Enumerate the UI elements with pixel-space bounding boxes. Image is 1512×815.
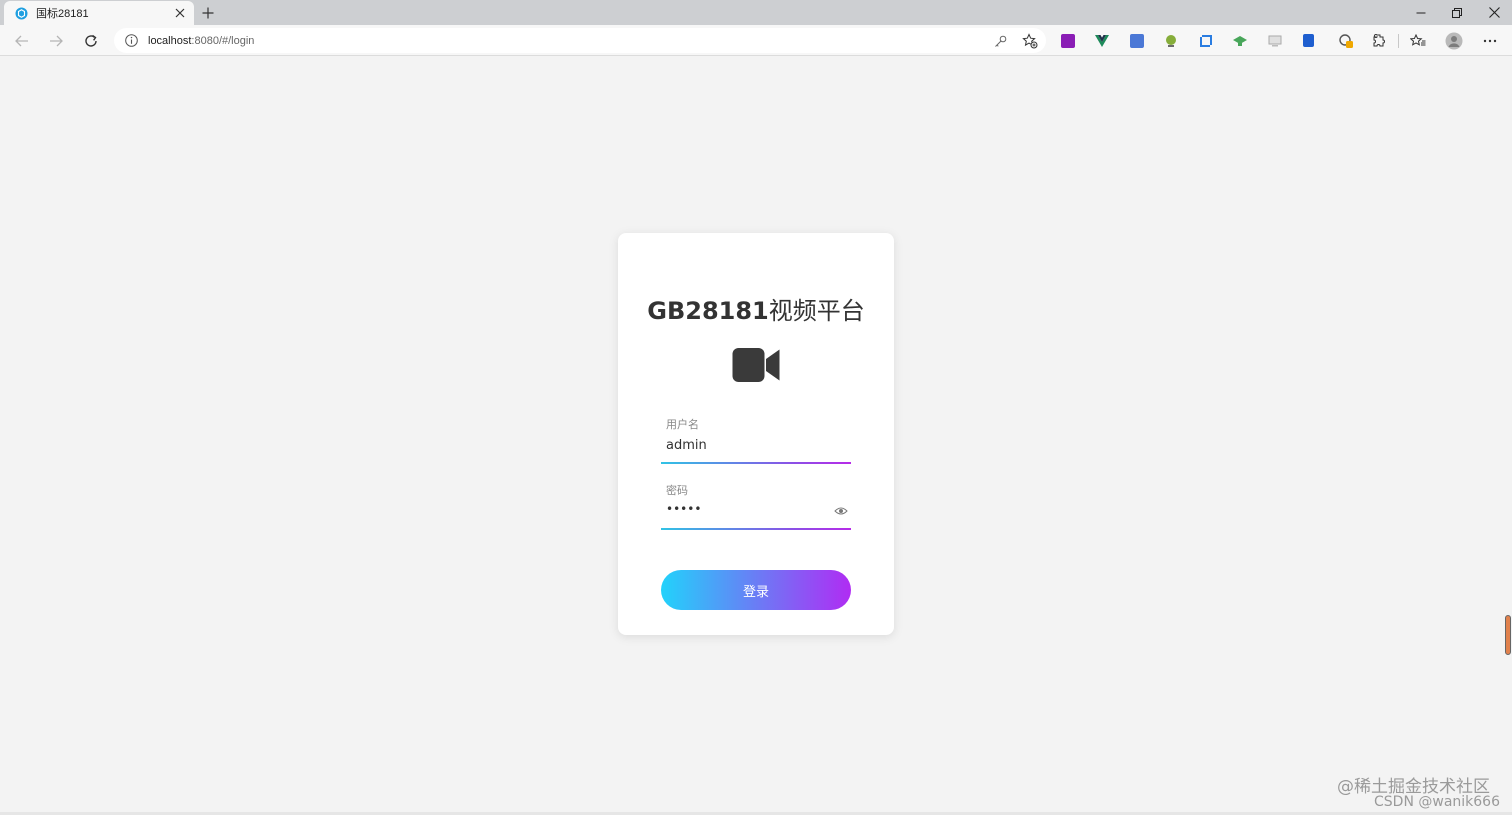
extension-icon-4[interactable]	[1161, 31, 1180, 50]
tab-strip: 国标28181	[0, 0, 1512, 25]
profile-icon[interactable]	[1444, 31, 1463, 50]
close-window-icon[interactable]	[1476, 0, 1512, 25]
info-icon[interactable]	[123, 33, 139, 49]
plus-icon[interactable]	[198, 3, 218, 23]
more-icon[interactable]	[1480, 31, 1499, 50]
browser-tab[interactable]: 国标28181	[4, 1, 194, 25]
url-host: localhost	[148, 34, 192, 47]
translate-icon[interactable]	[1127, 31, 1146, 50]
title-en: GB28181	[647, 297, 769, 325]
extension-icon-9[interactable]	[1336, 31, 1355, 50]
browser-toolbar: localhost:8080/#/login	[0, 25, 1512, 56]
password-input[interactable]: •••••	[661, 502, 851, 524]
extensions-icon[interactable]	[1370, 31, 1389, 50]
password-underline	[661, 528, 851, 530]
url-path: :8080/#/login	[191, 34, 255, 47]
url-text[interactable]: localhost:8080/#/login	[148, 35, 254, 47]
extension-icon-7[interactable]	[1265, 31, 1284, 50]
toolbar-separator	[1398, 34, 1399, 48]
reload-icon[interactable]	[80, 30, 102, 52]
favorites-icon[interactable]	[1408, 31, 1427, 50]
close-icon[interactable]	[172, 5, 188, 21]
title-zh: 视频平台	[768, 298, 865, 325]
minimize-icon[interactable]	[1403, 0, 1439, 25]
video-camera-icon	[732, 348, 780, 382]
vue-devtools-icon[interactable]	[1092, 31, 1111, 50]
username-input[interactable]	[661, 434, 851, 456]
tab-title: 国标28181	[36, 8, 89, 20]
password-field: 密码 •••••	[661, 480, 851, 532]
address-bar[interactable]: localhost:8080/#/login	[114, 28, 1046, 53]
extension-icon-5[interactable]	[1196, 31, 1215, 50]
key-icon[interactable]	[990, 31, 1010, 51]
password-label: 密码	[666, 485, 688, 497]
favicon-icon	[14, 6, 28, 20]
favorite-add-icon[interactable]	[1020, 31, 1040, 51]
extension-icon-8[interactable]	[1299, 31, 1318, 50]
extension-icon-6[interactable]	[1230, 31, 1249, 50]
page-title: GB28181视频平台	[0, 291, 1512, 326]
username-underline	[661, 462, 851, 464]
watermark-line-2: CSDN @wanik666	[1374, 794, 1500, 810]
restore-icon[interactable]	[1439, 0, 1475, 25]
back-icon[interactable]	[11, 30, 33, 52]
username-field: 用户名	[661, 414, 851, 466]
login-button[interactable]: 登录	[661, 570, 851, 610]
forward-icon[interactable]	[45, 30, 67, 52]
scrollbar-thumb[interactable]	[1505, 615, 1511, 655]
eye-icon[interactable]	[834, 506, 848, 516]
extension-icon-1[interactable]	[1058, 31, 1077, 50]
username-label: 用户名	[666, 419, 699, 431]
